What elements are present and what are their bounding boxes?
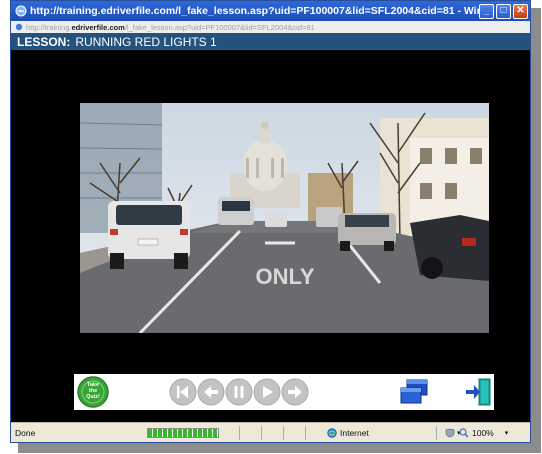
ie-icon	[15, 5, 27, 17]
play-icon	[253, 378, 281, 406]
rewind-button[interactable]	[197, 378, 225, 411]
status-divider	[239, 426, 240, 440]
status-divider	[283, 426, 284, 440]
take-quiz-button[interactable]: Take the Quiz!	[77, 376, 111, 413]
security-zone[interactable]: Internet	[327, 428, 369, 438]
quiz-label-3: Quiz!	[86, 394, 100, 400]
page-icon	[15, 23, 23, 31]
status-text: Done	[15, 427, 36, 438]
address-prefix: http://training.	[26, 22, 72, 32]
lesson-video[interactable]: ONLY	[80, 103, 489, 333]
windows-icon	[400, 379, 428, 404]
pause-button[interactable]	[225, 378, 253, 411]
lesson-title: RUNNING RED LIGHTS 1	[75, 34, 217, 49]
road-marking: ONLY	[255, 264, 314, 289]
window-shadow-right	[531, 8, 541, 453]
window-shadow-bottom	[18, 443, 540, 453]
street-scene-image: ONLY	[80, 103, 489, 333]
zone-label: Internet	[340, 427, 369, 438]
white-suv	[108, 201, 190, 269]
status-divider	[436, 426, 437, 440]
browser-window: http://training.edriverfile.com/l_fake_l…	[10, 0, 531, 443]
exit-door-icon	[466, 378, 491, 406]
window-controls: _ □ ✕	[479, 3, 528, 19]
status-divider	[261, 426, 262, 440]
forward-button[interactable]	[281, 378, 309, 411]
address-bar[interactable]: http://training. edriverfile.com /l_fake…	[11, 21, 530, 33]
exit-button[interactable]	[464, 376, 494, 413]
forward-arrow-icon	[281, 378, 309, 406]
address-domain: edriverfile.com	[71, 22, 125, 32]
player-controls: Take the Quiz!	[74, 374, 494, 410]
lesson-label: LESSON:	[17, 34, 71, 49]
status-divider	[305, 426, 306, 440]
pause-icon	[225, 378, 253, 406]
status-bar: Done Internet ▾ 100% ▾	[11, 422, 530, 442]
play-button[interactable]	[253, 378, 281, 411]
window-title: http://training.edriverfile.com/l_fake_l…	[30, 5, 479, 17]
magnifier-icon	[459, 427, 469, 438]
loading-progress	[147, 428, 219, 438]
dark-sedan	[410, 215, 489, 281]
shield-icon	[445, 428, 455, 437]
lesson-header: LESSON: RUNNING RED LIGHTS 1	[11, 33, 530, 50]
close-button[interactable]: ✕	[513, 3, 528, 19]
address-path: /l_fake_lesson.asp?uid=PF100007&lid=SFL2…	[124, 22, 315, 32]
title-bar[interactable]: http://training.edriverfile.com/l_fake_l…	[11, 1, 530, 21]
minimize-button[interactable]: _	[479, 3, 494, 19]
maximize-button[interactable]: □	[496, 3, 511, 19]
zoom-control[interactable]: 100% ▾	[459, 428, 508, 438]
loading-progress-fill	[148, 429, 218, 437]
window-mode-button[interactable]	[399, 378, 429, 411]
zoom-chevron-icon: ▾	[504, 429, 509, 437]
zoom-level: 100%	[472, 427, 494, 438]
skip-back-icon	[169, 378, 197, 406]
globe-icon	[327, 427, 337, 438]
back-arrow-icon	[197, 378, 225, 406]
skip-to-start-button[interactable]	[169, 378, 197, 411]
